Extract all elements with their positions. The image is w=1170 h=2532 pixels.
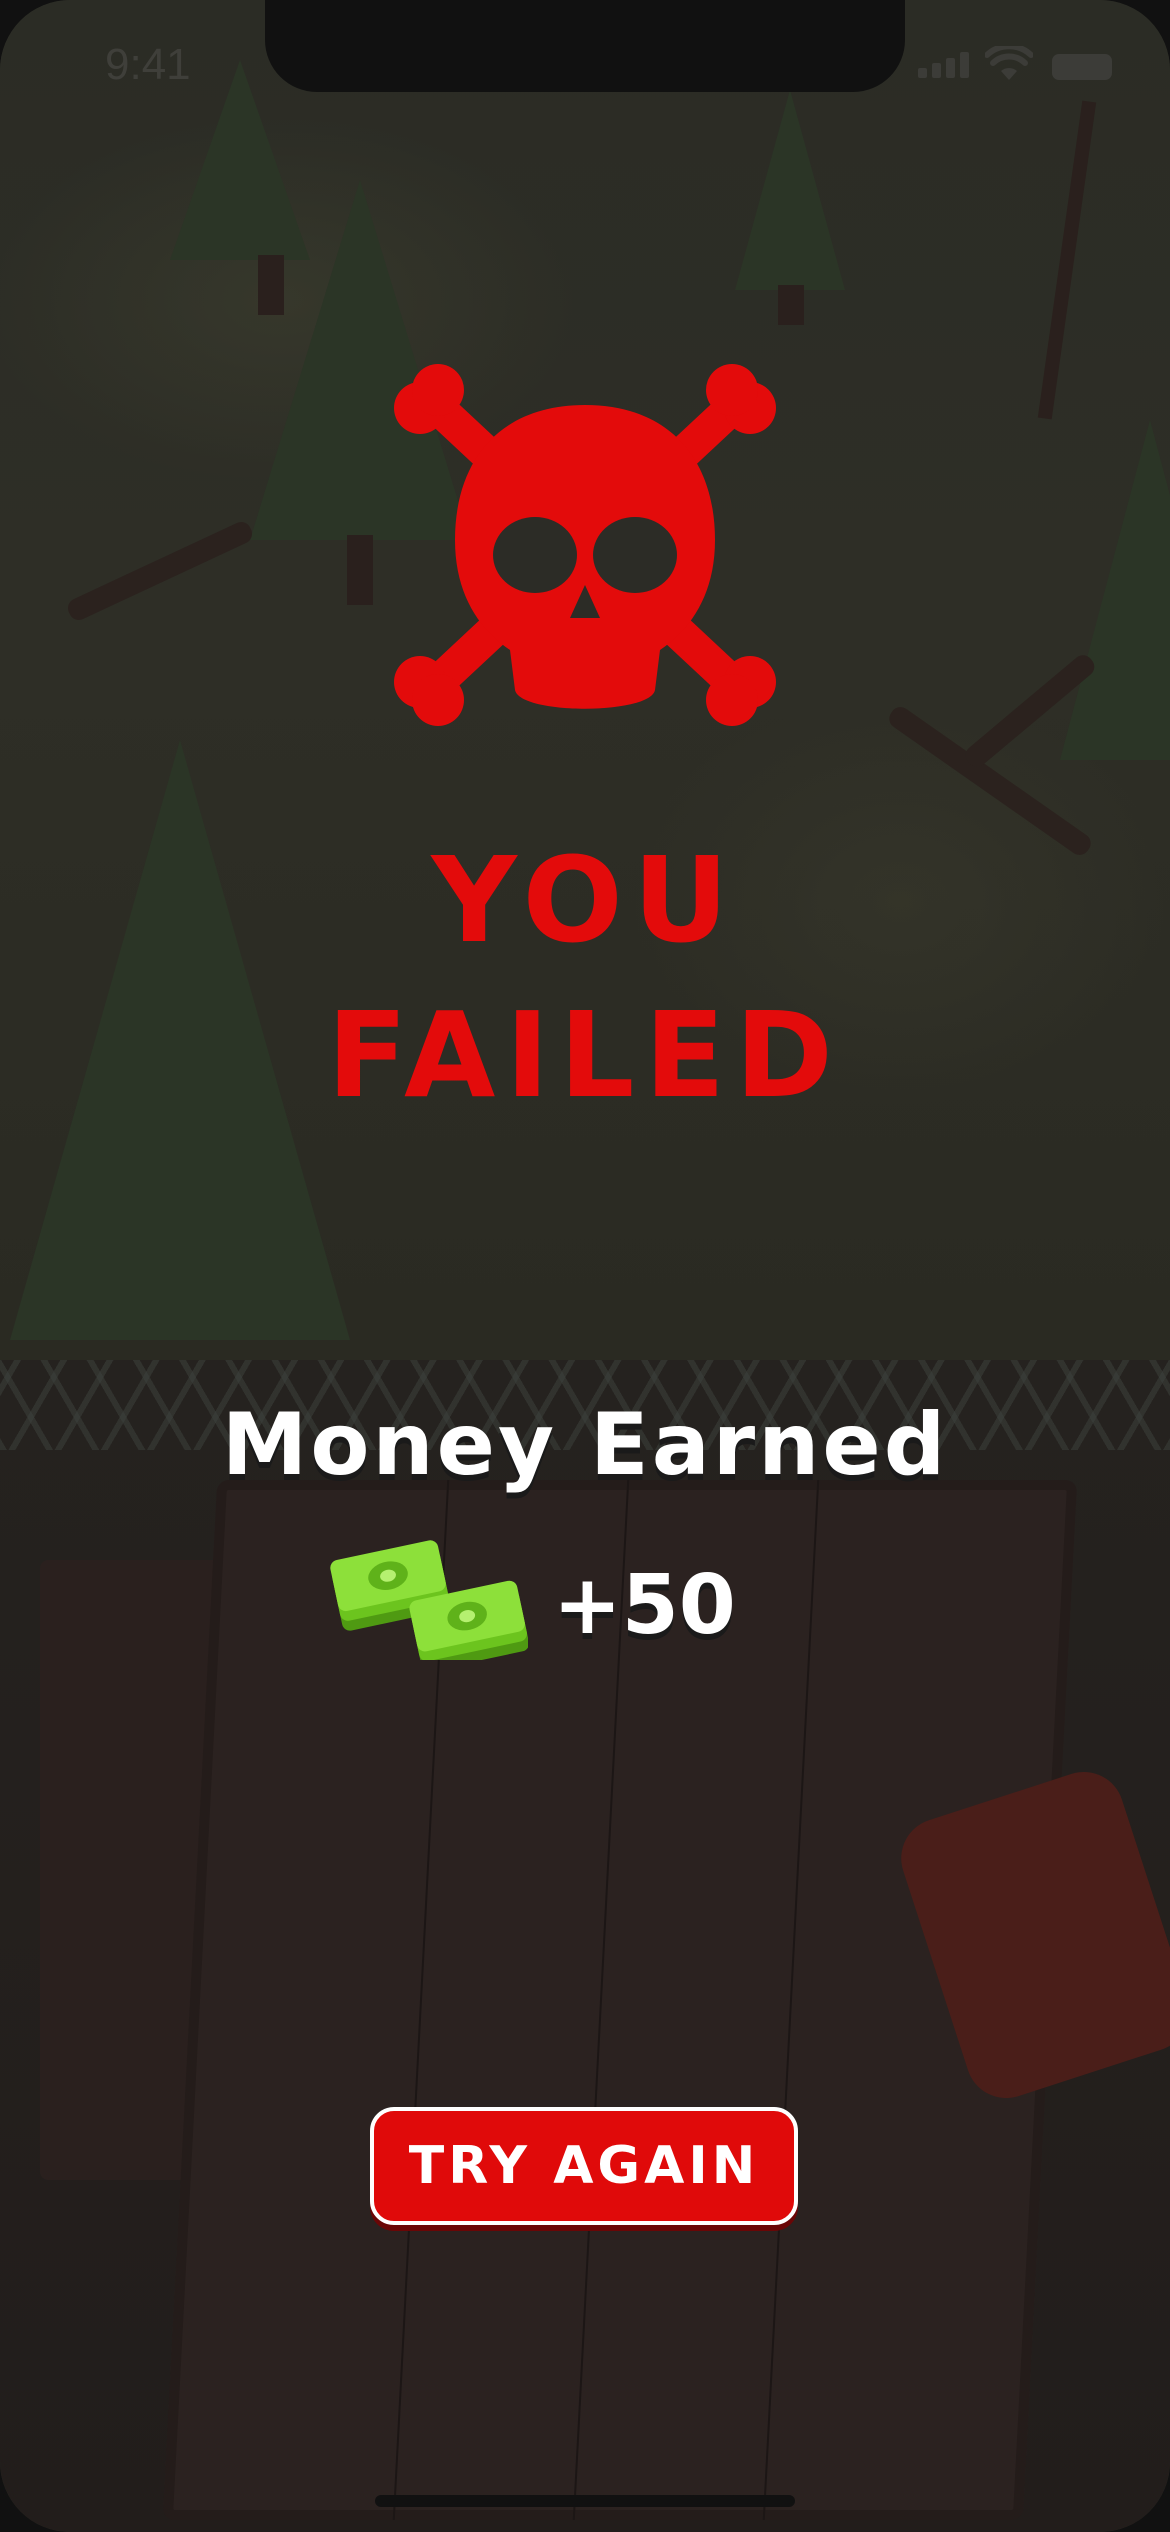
device-notch [265, 0, 905, 92]
status-time: 9:41 [105, 40, 191, 89]
result-title-line2: FAILED [326, 986, 844, 1124]
game-over-screen: 9:41 YOU FAILED Money Earned +50 TRY AGA… [0, 0, 1170, 2532]
cash-stack-icon [330, 1540, 528, 1660]
battery-icon [1052, 54, 1112, 80]
cellular-signal-icon [918, 52, 969, 78]
try-again-button[interactable]: TRY AGAIN [370, 2107, 798, 2225]
skull-crossbones-icon [394, 364, 776, 726]
result-title-line1: YOU [431, 831, 739, 969]
money-earned-amount: +50 [553, 1558, 736, 1653]
money-earned-row: +50 [328, 1540, 848, 1670]
background-tree-trunk [778, 285, 804, 325]
home-indicator[interactable] [375, 2495, 795, 2507]
wifi-icon [985, 46, 1033, 80]
money-earned-label: Money Earned [221, 1395, 949, 1495]
background-tree [1060, 420, 1170, 760]
status-bar: 9:41 [0, 0, 1170, 130]
background-tree-trunk [347, 535, 373, 605]
